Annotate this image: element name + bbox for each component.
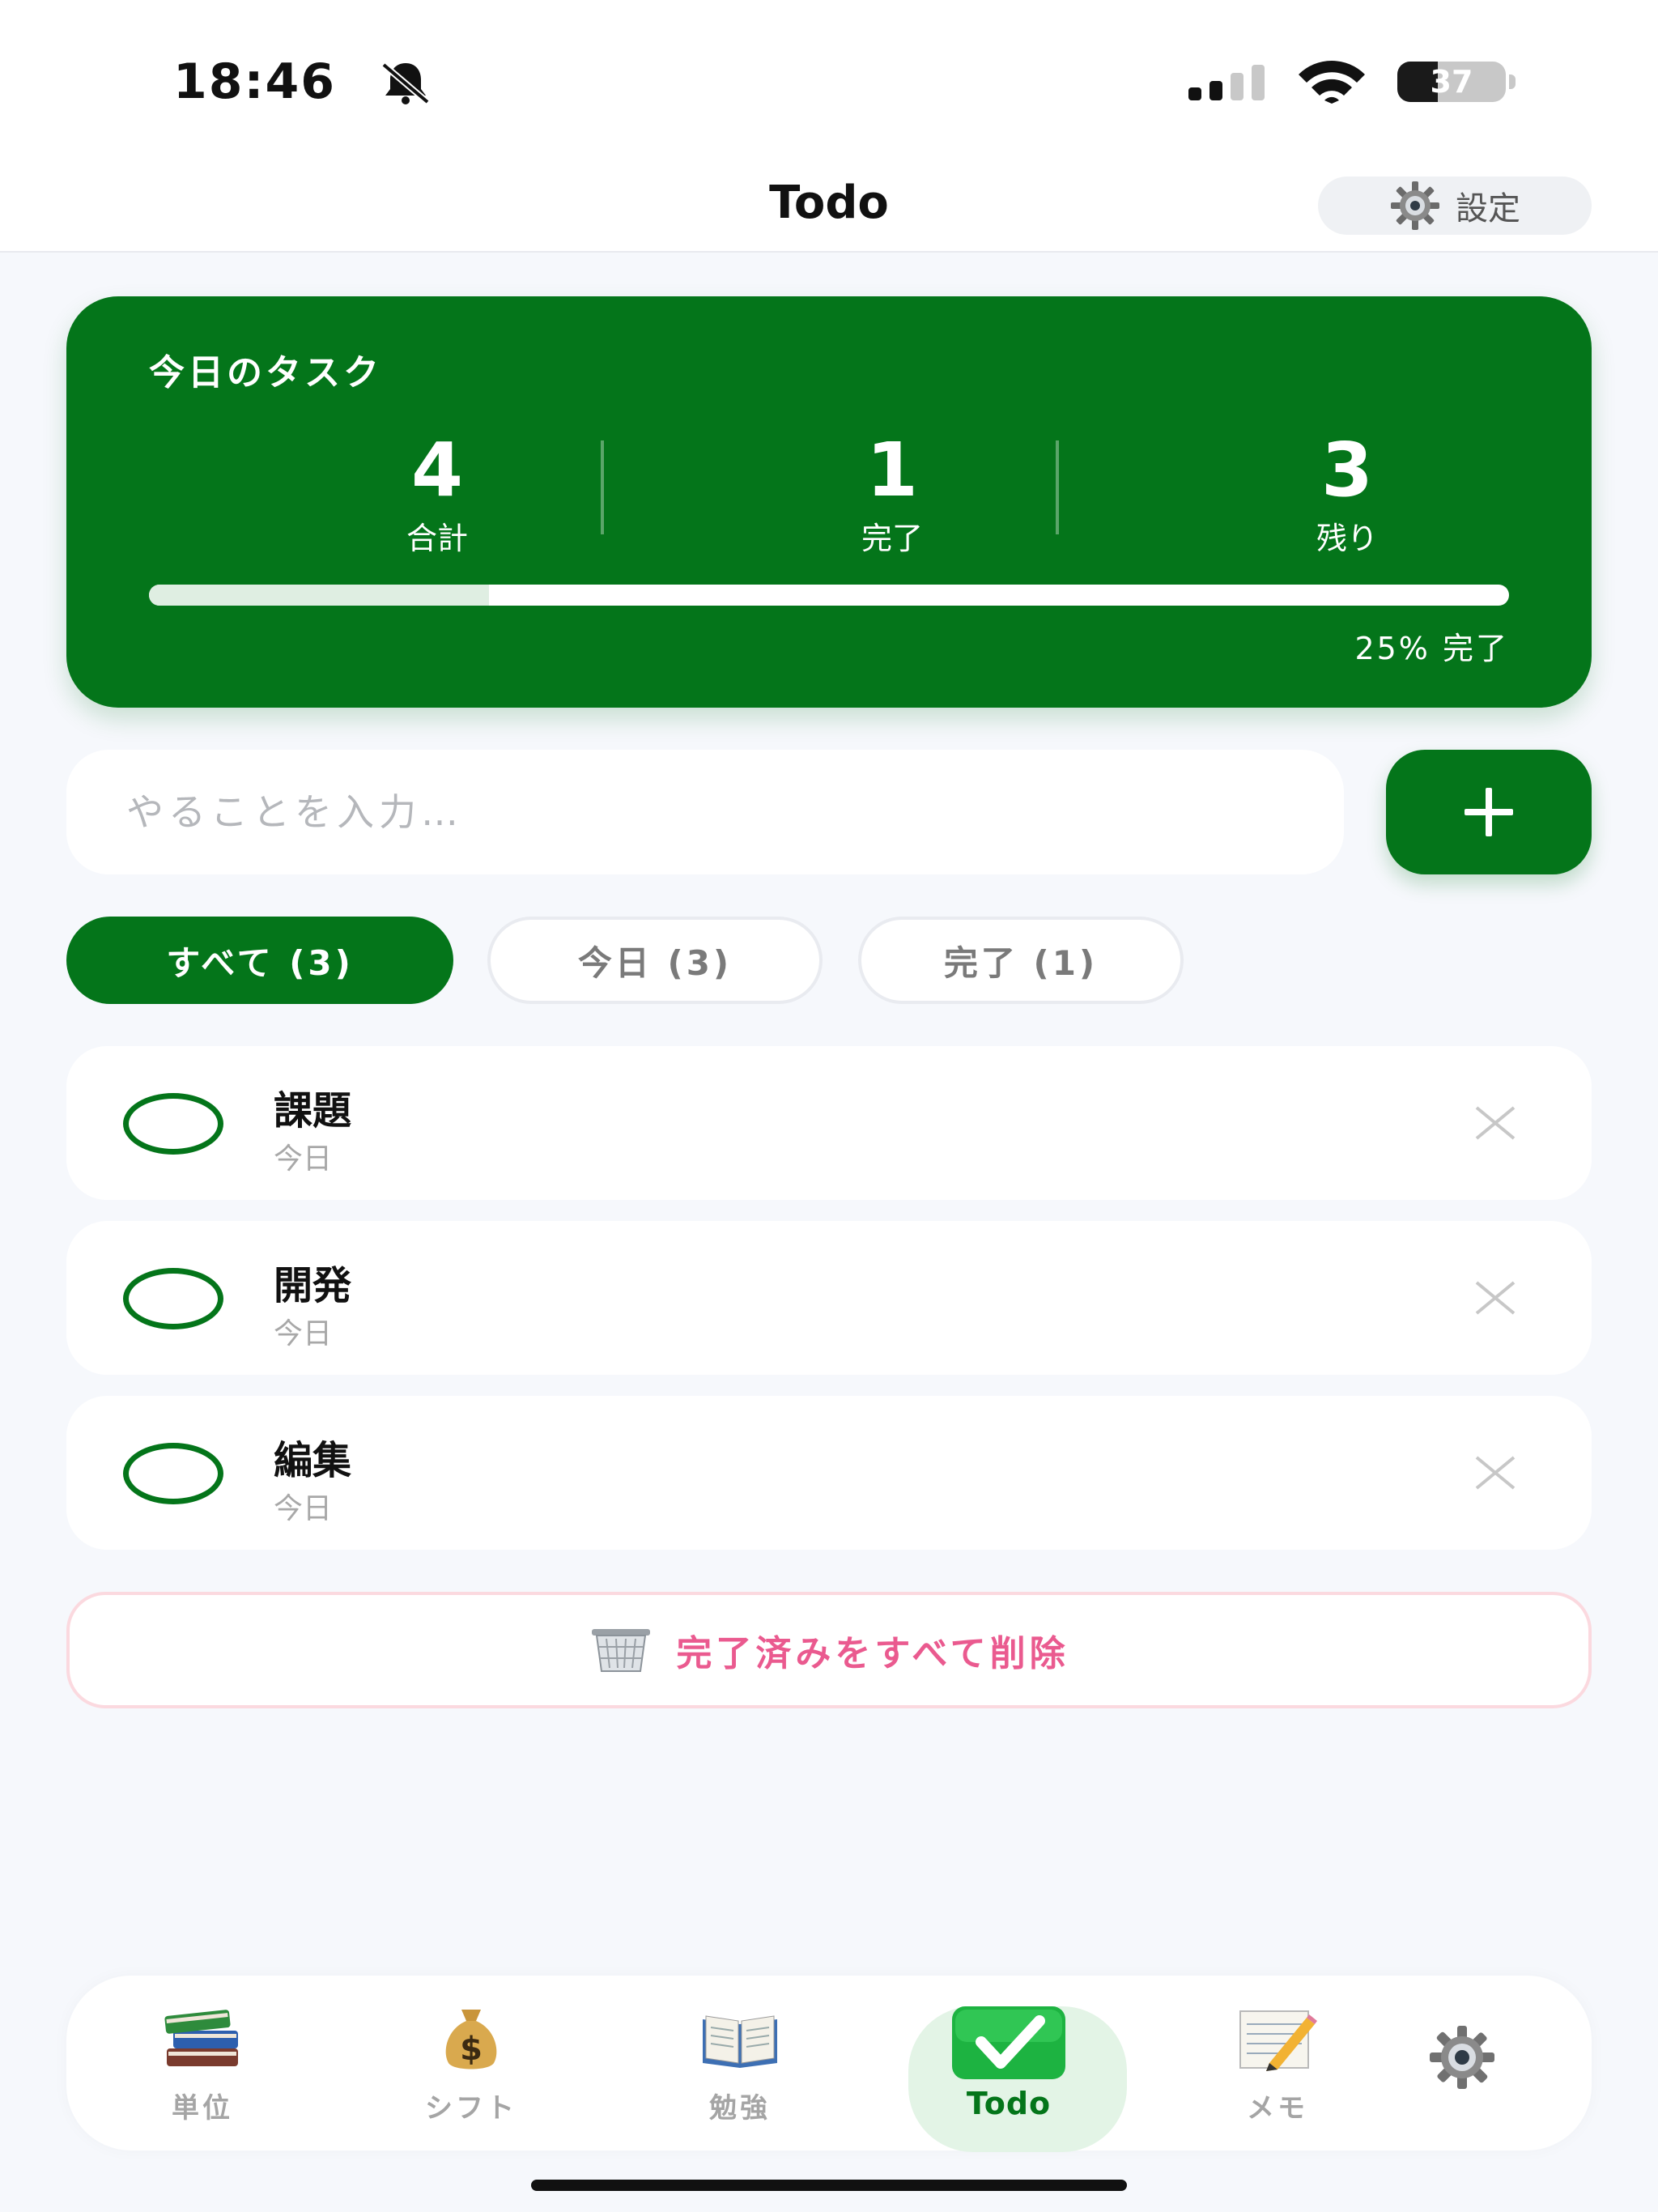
nav-label: 勉強: [709, 2092, 771, 2125]
status-bar: 18:46 37: [0, 0, 1658, 162]
tab-all[interactable]: すべて (3): [66, 917, 453, 1004]
task-due: 今日: [274, 1492, 333, 1525]
stat-divider: [1056, 440, 1059, 534]
money-bag-icon: $: [445, 2010, 497, 2069]
memo-icon: [1239, 2010, 1317, 2071]
task-title: 編集: [274, 1438, 352, 1483]
nav-item-shift[interactable]: $ シフト: [350, 1976, 593, 2150]
battery-level: 37: [1430, 64, 1473, 100]
todo-screen: 18:46 37 Todo 設定 今日のタスク 4 合計 1 完了 3 残り 2…: [0, 0, 1658, 2212]
tab-today[interactable]: 今日 (3): [487, 917, 823, 1004]
stat-done: 1 完了: [665, 426, 1119, 559]
task-item[interactable]: 課題 今日: [66, 1046, 1592, 1200]
stat-done-label: 完了: [861, 521, 923, 556]
nav-item-units[interactable]: 単位: [81, 1976, 324, 2150]
tab-completed[interactable]: 完了 (1): [858, 917, 1184, 1004]
stat-remaining-label: 残り: [1316, 521, 1378, 556]
app-header: Todo 設定: [0, 162, 1658, 253]
clear-completed-button[interactable]: 完了済みをすべて削除: [66, 1592, 1592, 1708]
task-checkbox[interactable]: [123, 1443, 223, 1504]
stat-total-value: 4: [410, 427, 463, 513]
trash-icon: [592, 1629, 651, 1672]
battery-icon: 37: [1397, 62, 1516, 102]
task-due: 今日: [274, 1317, 333, 1351]
summary-title: 今日のタスク: [149, 352, 382, 393]
wifi-icon: [1299, 61, 1365, 104]
nav-item-todo[interactable]: Todo: [887, 1976, 1130, 2152]
progress-fill: [149, 585, 489, 606]
task-title: 課題: [274, 1088, 352, 1134]
stat-remaining-value: 3: [1320, 427, 1373, 513]
close-icon[interactable]: [1473, 1101, 1517, 1145]
cellular-signal-icon: [1188, 65, 1265, 100]
task-title: 開発: [274, 1263, 352, 1308]
close-icon[interactable]: [1473, 1451, 1517, 1495]
gear-icon: [1430, 2026, 1494, 2089]
svg-text:$: $: [460, 2031, 483, 2068]
settings-label: 設定: [1456, 190, 1520, 228]
nav-item-settings[interactable]: [1357, 1976, 1567, 2150]
task-item[interactable]: 開発 今日: [66, 1221, 1592, 1375]
bell-muted-icon: [381, 62, 430, 105]
task-input[interactable]: [66, 750, 1344, 874]
status-time: 18:46: [173, 53, 336, 110]
plus-icon: [1465, 788, 1513, 836]
stat-total-label: 合計: [406, 521, 468, 556]
today-summary-card: 今日のタスク 4 合計 1 完了 3 残り 25% 完了: [66, 296, 1592, 708]
nav-label: 単位: [172, 2092, 233, 2125]
nav-label: シフト: [425, 2092, 517, 2125]
nav-item-study[interactable]: 勉強: [619, 1976, 861, 2150]
progress-bar: [149, 585, 1509, 606]
close-icon[interactable]: [1473, 1276, 1517, 1320]
nav-label: Todo: [966, 2086, 1052, 2121]
bottom-nav: 単位 $ シフト 勉強 Todo メモ: [66, 1976, 1592, 2152]
open-book-icon: [703, 2015, 777, 2068]
stat-remaining: 3 残り: [1120, 426, 1574, 559]
add-task-button[interactable]: [1386, 750, 1592, 874]
progress-text: 25% 完了: [1354, 631, 1509, 666]
check-icon: [952, 2006, 1065, 2079]
clear-completed-label: 完了済みをすべて削除: [676, 1633, 1069, 1674]
task-item[interactable]: 編集 今日: [66, 1396, 1592, 1550]
task-due: 今日: [274, 1142, 333, 1176]
stat-total: 4 合計: [210, 426, 664, 559]
home-indicator: [531, 2180, 1127, 2191]
stat-divider: [601, 440, 604, 534]
books-icon: [164, 2010, 238, 2066]
gear-icon: [1391, 181, 1439, 230]
task-checkbox[interactable]: [123, 1093, 223, 1155]
settings-button[interactable]: 設定: [1318, 177, 1592, 235]
task-checkbox[interactable]: [123, 1268, 223, 1329]
stat-done-value: 1: [865, 427, 918, 513]
